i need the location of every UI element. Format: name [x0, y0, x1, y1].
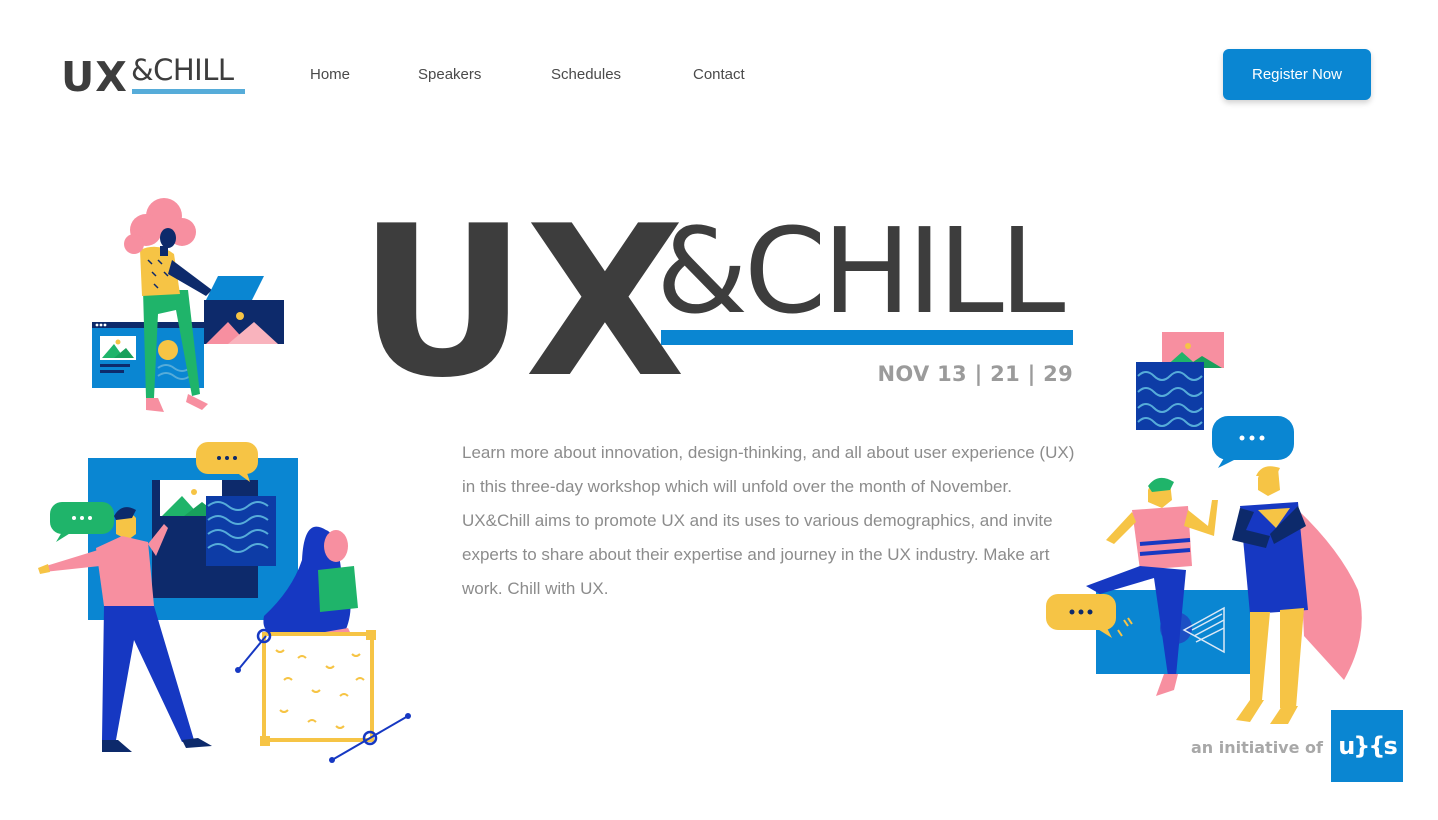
hero-underline — [661, 330, 1073, 345]
site-logo[interactable]: UX &CHILL — [61, 54, 251, 100]
patterned-box-shape — [262, 632, 374, 742]
initiative-text: an initiative of — [1191, 738, 1323, 757]
hero-title-chill: &CHILL — [656, 202, 1065, 340]
superhero-illustration — [1046, 332, 1362, 724]
logo-underline — [132, 89, 245, 94]
nav-speakers[interactable]: Speakers — [418, 66, 481, 83]
nav-home[interactable]: Home — [310, 66, 350, 83]
presenters-illustration — [38, 442, 411, 763]
woman-with-laptop-illustration — [92, 198, 284, 412]
event-description: Learn more about innovation, design-thin… — [462, 443, 1075, 598]
uxs-partner-logo[interactable]: u}{s — [1331, 710, 1403, 782]
logo-chill-text: &CHILL — [131, 53, 234, 87]
hero-title-ux: UX — [358, 182, 685, 424]
logo-ux-text: UX — [61, 53, 128, 101]
nav-contact[interactable]: Contact — [693, 66, 745, 83]
nav-schedules[interactable]: Schedules — [551, 66, 621, 83]
register-now-button[interactable]: Register Now — [1223, 49, 1371, 100]
